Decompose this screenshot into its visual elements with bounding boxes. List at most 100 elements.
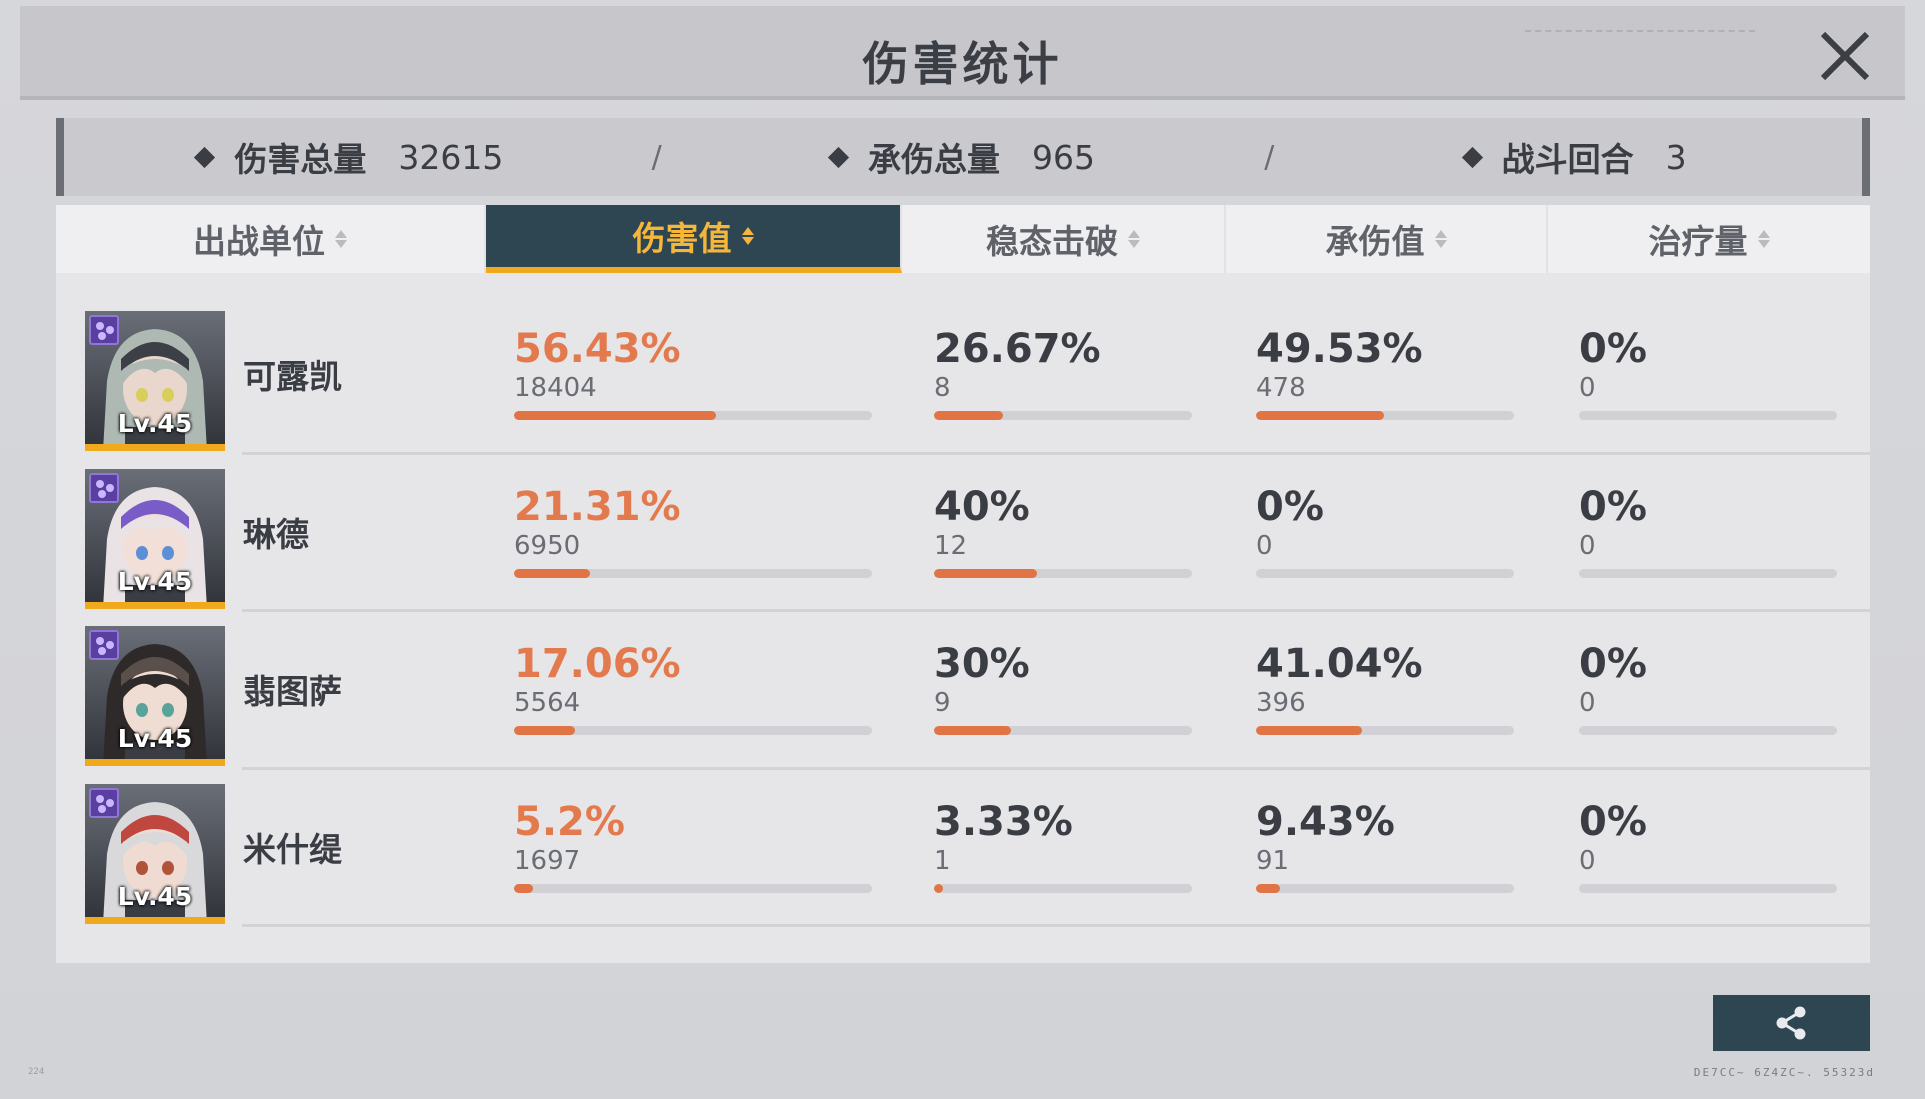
stat-progress-fill — [1256, 883, 1281, 893]
stat-progress-fill — [514, 883, 533, 893]
stat-progress-fill — [514, 726, 576, 735]
close-icon — [1820, 31, 1870, 81]
unit-avatar[interactable]: Lv.45 — [85, 468, 225, 609]
sort-icon — [741, 225, 754, 247]
stat-break: 40% 12 — [934, 485, 1192, 578]
unit-avatar[interactable]: Lv.45 — [85, 626, 225, 766]
stat-progress-bar — [1579, 411, 1837, 420]
stat-progress-bar — [1256, 411, 1514, 420]
stat-progress-fill — [1256, 411, 1384, 420]
summary-bar: 伤害总量 32615 / 承伤总量 965 / 战斗回合 3 — [56, 118, 1870, 196]
stat-progress-bar — [1579, 883, 1837, 893]
stat-progress-bar — [1256, 883, 1514, 893]
tab-label: 出战单位 — [193, 222, 325, 261]
stat-value: 9 — [934, 688, 951, 718]
stat-progress-bar — [514, 568, 872, 578]
summary-total-taken: 承伤总量 965 — [677, 133, 1250, 181]
stat-damage: 56.43% 18404 — [514, 327, 872, 420]
diamond-icon — [1461, 146, 1483, 168]
stat-progress-fill — [1256, 726, 1362, 735]
title-bar: 伤害统计 — [20, 6, 1905, 100]
unit-level: Lv.45 — [117, 724, 193, 753]
corner-code: 224 — [28, 1067, 45, 1077]
unit-name: 琳德 — [243, 514, 309, 554]
stat-taken: 41.04% 396 — [1256, 642, 1514, 735]
sort-icon — [335, 228, 347, 250]
unit-name: 翡图萨 — [243, 672, 342, 711]
stat-value: 6950 — [514, 530, 581, 561]
stats-table: 出战单位 伤害值 稳态击破 承伤值 治疗量 Lv.45 可露凯 56.43% 1840… — [56, 205, 1870, 963]
stat-progress-bar — [934, 883, 1192, 893]
stat-progress-fill — [934, 568, 1038, 578]
summary-value: 3 — [1665, 137, 1687, 177]
stat-progress-bar — [934, 568, 1192, 578]
sort-icon — [1757, 228, 1770, 250]
stat-damage: 21.31% 6950 — [514, 485, 872, 578]
stat-percent: 49.53% — [1256, 326, 1423, 372]
tab-heal[interactable]: 治疗量 — [1548, 205, 1870, 273]
stat-taken: 49.53% 478 — [1256, 327, 1514, 420]
title-decoration — [1525, 30, 1755, 40]
unit-row: Lv.45 翡图萨 17.06% 5564 30% 9 41.04% 396 0% 0 — [56, 612, 1870, 770]
stat-progress-fill — [934, 411, 1003, 420]
stat-percent: 0% — [1579, 326, 1647, 372]
unit-name: 米什缇 — [243, 829, 342, 869]
element-badge-icon — [89, 315, 119, 345]
stat-value: 0 — [1579, 373, 1596, 403]
stat-percent: 17.06% — [514, 641, 681, 687]
summary-label: 承伤总量 — [868, 140, 1000, 179]
stat-damage: 5.2% 1697 — [514, 800, 872, 893]
stat-percent: 41.04% — [1256, 641, 1423, 687]
stat-progress-bar — [514, 883, 872, 893]
element-badge-icon — [89, 630, 119, 660]
column-header: 出战单位 伤害值 稳态击破 承伤值 治疗量 — [56, 205, 1870, 273]
stat-taken: 0% 0 — [1256, 485, 1514, 578]
summary-label: 战斗回合 — [1501, 140, 1634, 179]
footer-code: DE7CC~ 6Z4ZC~. 55323d — [1693, 1066, 1875, 1079]
close-button[interactable] — [1815, 26, 1875, 86]
stat-percent: 21.31% — [514, 483, 681, 530]
stat-value: 12 — [934, 530, 968, 561]
stat-percent: 9.43% — [1256, 798, 1395, 845]
stat-progress-bar — [934, 726, 1192, 735]
summary-total-damage: 伤害总量 32615 — [64, 133, 637, 181]
unit-avatar[interactable]: Lv.45 — [85, 311, 225, 451]
tab-units[interactable]: 出战单位 — [56, 205, 486, 273]
stat-damage: 17.06% 5564 — [514, 642, 872, 735]
stat-value: 0 — [1579, 530, 1596, 561]
tab-label: 治疗量 — [1648, 222, 1748, 261]
diamond-icon — [194, 146, 216, 168]
stat-value: 1697 — [514, 845, 581, 876]
unit-row: Lv.45 琳德 21.31% 6950 40% 12 0% 0 0% 0 — [56, 455, 1870, 613]
stat-value: 0 — [1579, 845, 1596, 876]
stat-value: 5564 — [514, 688, 581, 718]
unit-row: Lv.45 米什缇 5.2% 1697 3.33% 1 9.43% 91 0% 0 — [56, 770, 1870, 928]
tab-damage[interactable]: 伤害值 — [486, 205, 902, 273]
stat-progress-bar — [934, 411, 1192, 420]
tab-label: 伤害值 — [632, 219, 732, 258]
stat-heal: 0% 0 — [1579, 327, 1837, 420]
stat-value: 91 — [1256, 845, 1290, 876]
stat-value: 8 — [934, 373, 951, 403]
summary-separator: / — [651, 139, 662, 175]
stat-heal: 0% 0 — [1579, 800, 1837, 893]
stat-heal: 0% 0 — [1579, 485, 1837, 578]
summary-value: 32615 — [398, 137, 504, 177]
tab-label: 承伤值 — [1325, 222, 1425, 261]
stat-progress-bar — [1579, 726, 1837, 735]
tab-break[interactable]: 稳态击破 — [902, 205, 1226, 273]
stat-value: 478 — [1256, 373, 1306, 403]
stat-taken: 9.43% 91 — [1256, 800, 1514, 893]
stat-percent: 0% — [1579, 641, 1647, 687]
stat-value: 396 — [1256, 688, 1306, 718]
share-button[interactable] — [1713, 995, 1870, 1051]
unit-rows: Lv.45 可露凯 56.43% 18404 26.67% 8 49.53% 478 0% 0 Lv… — [56, 297, 1870, 927]
stat-value: 1 — [934, 845, 951, 876]
tab-taken[interactable]: 承伤值 — [1226, 205, 1548, 273]
tab-label: 稳态击破 — [986, 222, 1118, 261]
unit-avatar[interactable]: Lv.45 — [85, 783, 225, 924]
damage-stats-screen: 伤害统计 伤害总量 32615 / 承伤总量 965 / 战斗回合 3 出战单位… — [0, 0, 1925, 1099]
stat-percent: 30% — [934, 641, 1030, 687]
unit-level: Lv.45 — [117, 881, 193, 911]
stat-percent: 5.2% — [514, 798, 625, 845]
